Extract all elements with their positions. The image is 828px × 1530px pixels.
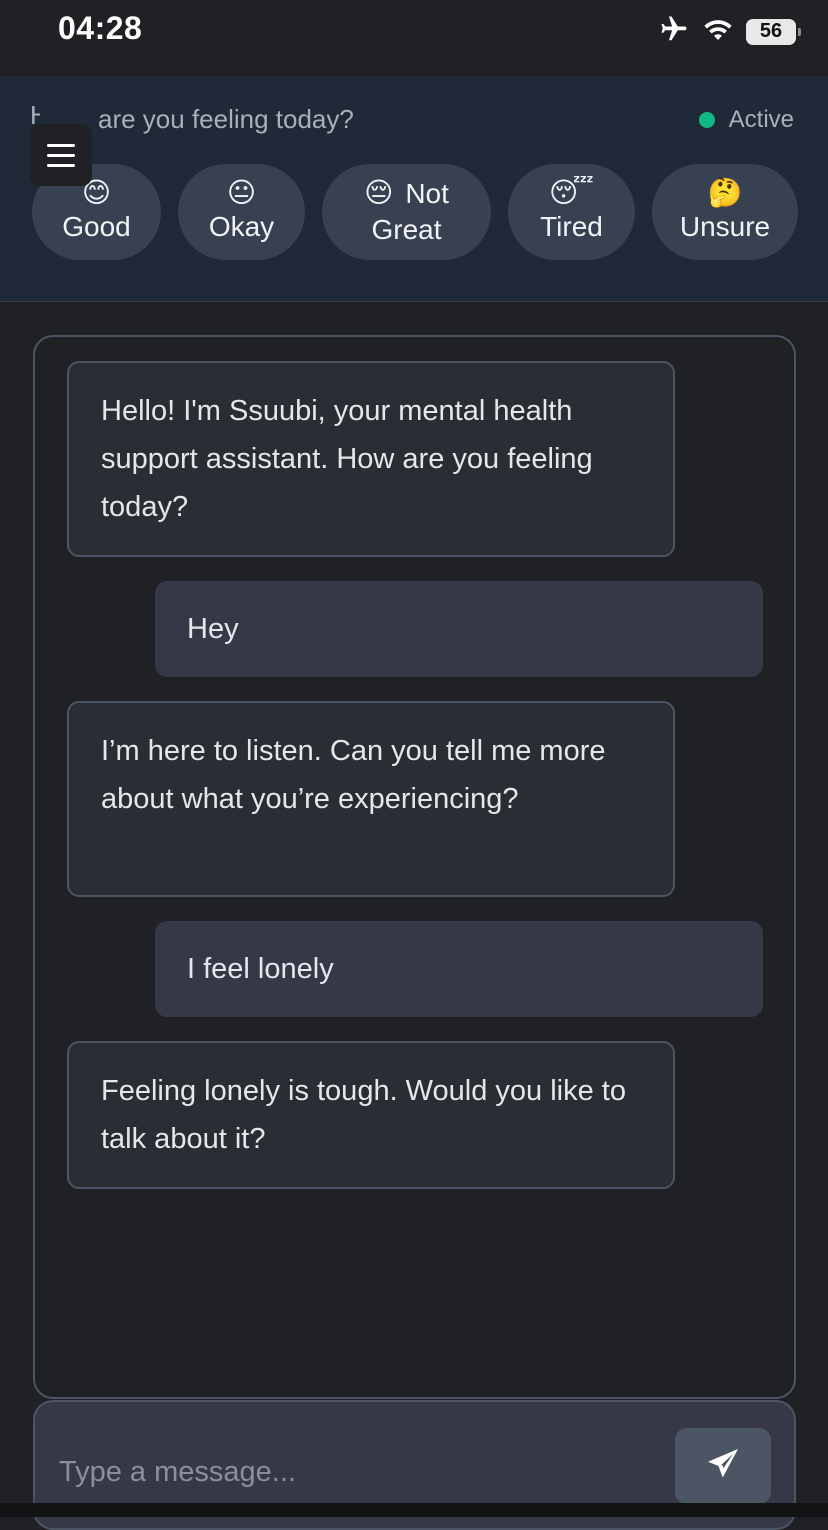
send-button[interactable] (675, 1428, 771, 1504)
user-message: I feel lonely (155, 921, 763, 1017)
mood-label-top: Not (405, 177, 449, 209)
mood-not-great-button[interactable]: 😔 Not Great (322, 164, 491, 260)
connection-status: Active (698, 106, 794, 134)
airplane-mode-icon (658, 14, 690, 49)
status-bar: 04:28 56 (0, 0, 828, 76)
sleeping-face-icon: 😴 (549, 177, 594, 209)
status-icons: 56 (658, 14, 801, 49)
bot-message: Feeling lonely is tough. Would you like … (67, 1041, 675, 1189)
battery-icon: 56 (746, 18, 801, 45)
mood-tired-button[interactable]: 😴 Tired (508, 164, 635, 260)
message-input[interactable] (59, 1448, 659, 1496)
status-time: 04:28 (58, 10, 143, 46)
screen-bottom-edge (0, 1503, 828, 1517)
pensive-face-icon: 😔 (364, 177, 394, 209)
thinking-face-icon: 🤔 (707, 177, 743, 209)
mood-question: are you feeling today? (98, 104, 354, 134)
user-message: Hey (155, 581, 763, 677)
hamburger-menu-icon[interactable] (30, 124, 92, 186)
chat-messages[interactable]: Hello! I'm Ssuubi, your mental health su… (33, 335, 796, 1399)
mood-options: 😊 Good 😐 Okay 😔 Not Great 😴 Tired 🤔 Unsu… (32, 164, 798, 260)
mood-label: Good (62, 211, 131, 243)
bot-message: I’m here to listen. Can you tell me more… (67, 701, 675, 897)
wifi-icon (702, 16, 734, 47)
neutral-face-icon: 😐 (226, 177, 257, 209)
mood-label: Okay (208, 211, 275, 243)
battery-percent: 56 (759, 20, 783, 42)
mood-label: Unsure (679, 211, 771, 243)
mood-unsure-button[interactable]: 🤔 Unsure (652, 164, 798, 260)
status-label: Active (728, 106, 794, 133)
mood-header: H are you feeling today? Active 😊 Good 😐… (0, 76, 828, 302)
bot-message: Hello! I'm Ssuubi, your mental health su… (67, 361, 675, 557)
send-paper-plane-icon (705, 1446, 741, 1487)
mood-label: Tired (540, 211, 603, 243)
status-dot-icon (698, 112, 715, 128)
mood-okay-button[interactable]: 😐 Okay (178, 164, 305, 260)
mood-label: Great (371, 214, 442, 245)
